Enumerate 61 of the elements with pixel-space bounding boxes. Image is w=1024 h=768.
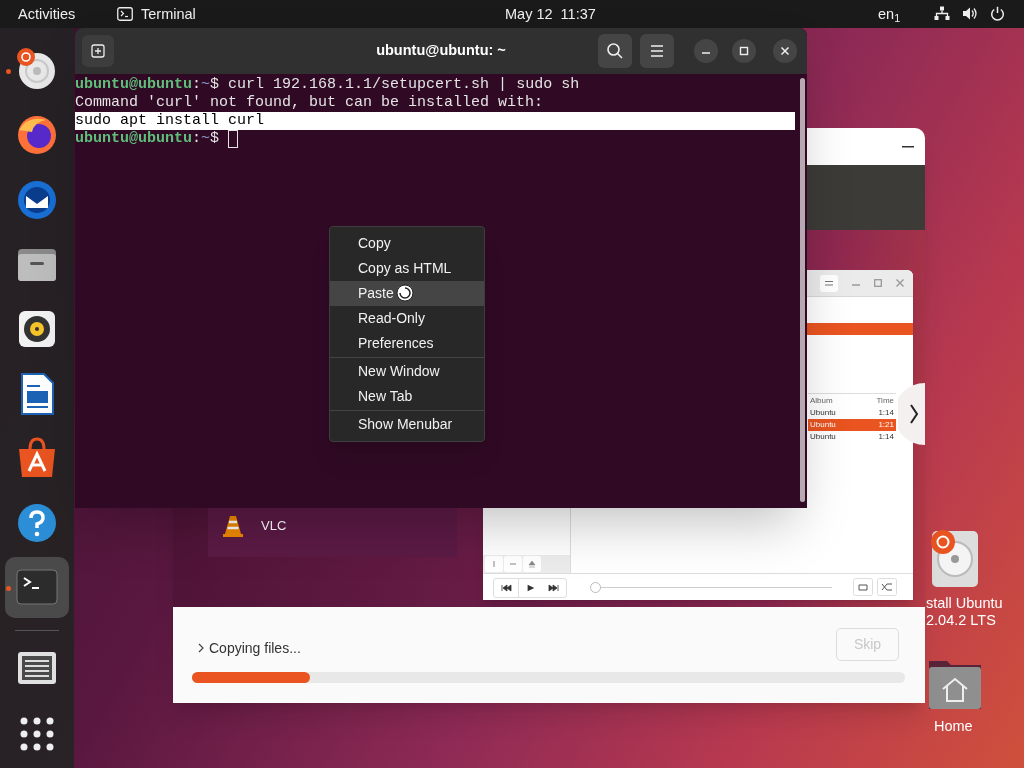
app-menu-label[interactable]: Terminal (141, 5, 196, 23)
seek-thumb[interactable] (590, 582, 601, 593)
prompt-user: ubuntu@ubuntu (75, 130, 193, 148)
maximize-button[interactable] (732, 39, 756, 63)
traffic-cone-icon (221, 514, 245, 538)
prompt-user: ubuntu@ubuntu (75, 76, 193, 94)
track-row[interactable]: Ubuntu 1:21 (808, 419, 896, 431)
menu-item[interactable]: Preferences (330, 331, 484, 356)
prompt-separator: : (192, 130, 202, 148)
new-tab-button[interactable] (82, 35, 114, 67)
prompt-dir: ~ (201, 130, 211, 148)
menu-item[interactable]: Read-Only (330, 306, 484, 331)
menu-item[interactable]: Copy as HTML (330, 256, 484, 281)
album-cell: Ubuntu (810, 419, 836, 431)
terminal-icon (117, 7, 133, 21)
column-header[interactable]: Time (876, 395, 894, 407)
output-line: Command 'curl' not found, but can be installed with: (75, 94, 544, 112)
command-text: curl 192.168.1.1/setupcert.sh | sudo sh (228, 76, 580, 94)
prompt-separator: : (192, 76, 202, 94)
clock[interactable]: May 12 11:37 (505, 5, 596, 23)
search-button[interactable] (598, 34, 632, 68)
track-row[interactable]: Ubuntu 1:14 (808, 431, 896, 443)
status-text: Copying files... (209, 639, 301, 657)
menu-item[interactable]: Copy (330, 231, 484, 256)
column-header[interactable]: Album (810, 395, 833, 407)
time-cell: 1:14 (878, 407, 894, 419)
busy-cursor-icon (396, 284, 414, 302)
prompt-sign: $ (210, 76, 220, 94)
menu-item[interactable]: Show Menubar (330, 412, 484, 437)
prompt-dir: ~ (201, 76, 211, 94)
track-row[interactable]: Ubuntu 1:14 (808, 407, 896, 419)
minimize-icon[interactable] (902, 146, 914, 148)
menu-icon[interactable] (820, 275, 838, 292)
menu-button[interactable] (640, 34, 674, 68)
keyboard-layout[interactable]: en$_{1}$ (878, 5, 901, 23)
minimize-button[interactable] (694, 39, 718, 63)
album-cell: Ubuntu (810, 407, 836, 419)
close-button[interactable] (773, 39, 797, 63)
time-cell: 1:14 (878, 431, 894, 443)
album-cell: Ubuntu (810, 431, 836, 443)
icon-label[interactable]: Home (934, 718, 973, 735)
installer-disc-icon[interactable] (928, 527, 980, 589)
scrollbar[interactable] (800, 78, 805, 502)
power-icon[interactable] (990, 6, 1005, 21)
network-icon[interactable] (934, 6, 950, 21)
eject-icon[interactable] (523, 556, 541, 572)
volume-icon[interactable] (962, 6, 978, 21)
time-cell: 1:21 (878, 419, 894, 431)
app-name: VLC (261, 517, 287, 535)
window-title: ubuntu@ubuntu: ~ (376, 41, 506, 61)
output-line: sudo apt install curl (75, 112, 265, 130)
shuffle-icon[interactable] (877, 578, 897, 596)
menu-item[interactable]: New Window (330, 359, 484, 384)
icon-label[interactable]: stall Ubuntu (926, 595, 1024, 612)
next-slide-icon[interactable] (898, 383, 925, 445)
icon-label[interactable]: 2.04.2 LTS (926, 612, 1024, 629)
prompt-sign: $ (210, 130, 220, 148)
chevron-right-icon[interactable] (197, 643, 205, 653)
activities-button[interactable]: Activities (18, 5, 76, 23)
menu-item[interactable]: Paste (330, 281, 484, 306)
menu-item[interactable]: New Tab (330, 384, 484, 409)
